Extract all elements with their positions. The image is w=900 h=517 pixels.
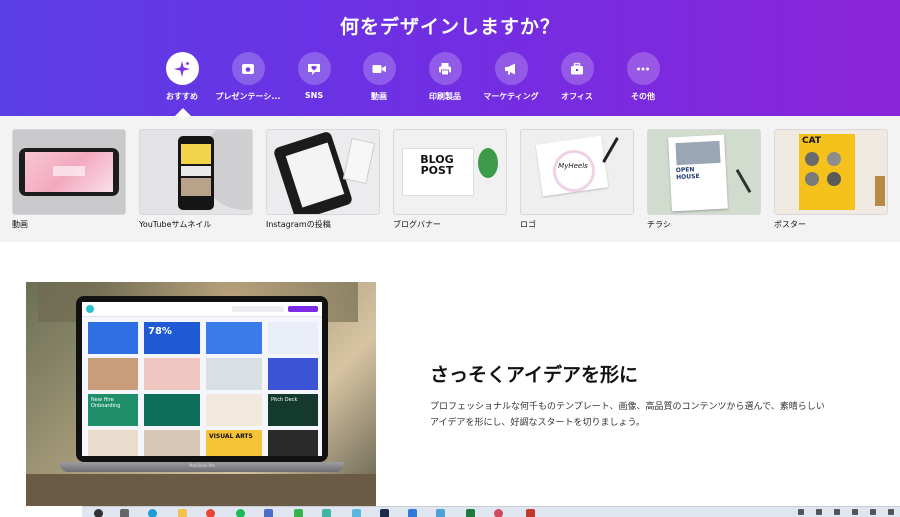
template-thumbnail: BLOG POST [393, 129, 507, 215]
megaphone-icon [494, 52, 528, 85]
template-thumbnail: CAT [774, 129, 888, 215]
template-card-youtube-thumbnail[interactable]: YouTubeサムネイル [139, 129, 253, 230]
template-card-poster[interactable]: CAT ポスター [774, 129, 888, 230]
design-hero-banner: 何をデザインしますか？ おすすめ プレゼンテーシ... SNS 動画 印刷製品 … [0, 0, 900, 116]
category-bar: おすすめ プレゼンテーシ... SNS 動画 印刷製品 マーケティング オフィス… [0, 52, 900, 112]
template-thumbnail: MyHeels [520, 129, 634, 215]
active-category-pointer [175, 108, 191, 116]
template-label: ロゴ [520, 220, 536, 229]
hero-title: 何をデザインしますか？ [339, 16, 560, 38]
template-card-flyer[interactable]: OPEN HOUSE チラシ [647, 129, 761, 230]
presentation-icon [231, 52, 265, 85]
laptop-tile-text: Pitch Deck [268, 394, 318, 426]
tray-icon[interactable] [852, 509, 858, 515]
template-label: チラシ [647, 220, 671, 229]
template-card-logo[interactable]: MyHeels ロゴ [520, 129, 634, 230]
sparkle-icon [165, 52, 199, 85]
template-label: Instagramの投稿 [266, 220, 331, 229]
briefcase-icon [560, 52, 594, 85]
feature-description: プロフェッショナルな何千ものテンプレート、画像、高品質のコンテンツから選んで、素… [430, 402, 825, 428]
category-label: その他 [631, 92, 655, 101]
printer-icon [428, 52, 462, 85]
more-dots-icon [626, 52, 660, 85]
template-thumbnail [139, 129, 253, 215]
feature-title: さっそくアイデアを形に [430, 364, 639, 386]
laptop-tile-text: New Hire Onboarding [88, 394, 138, 426]
laptop-tile-text: VISUAL ARTS [206, 430, 262, 456]
template-card-blog-banner[interactable]: BLOG POST ブログバナー [393, 129, 507, 230]
template-thumbnail [12, 129, 126, 215]
tray-icon[interactable] [870, 509, 876, 515]
template-label: YouTubeサムネイル [139, 220, 212, 229]
feature-laptop-image: 78% New Hire Onboarding Pitch Deck VISUA… [26, 282, 376, 506]
thumb-text: BLOG POST [420, 153, 454, 177]
windows-taskbar [82, 506, 900, 517]
video-camera-icon [362, 52, 396, 85]
tray-icon[interactable] [834, 509, 840, 515]
category-more[interactable]: その他 [601, 52, 685, 102]
tray-icon[interactable] [798, 509, 804, 515]
laptop-brand: MacBook Pro [189, 463, 215, 468]
template-label: ブログバナー [393, 220, 441, 229]
thumb-text: MyHeels [558, 162, 588, 170]
template-card-instagram-post[interactable]: Instagramの投稿 [266, 129, 380, 230]
heart-chat-icon [297, 52, 331, 85]
thumb-text: CAT [802, 136, 822, 146]
template-label: ポスター [774, 220, 806, 229]
template-strip: 動画 YouTubeサムネイル Instagramの投稿 BLOG POST ブ… [0, 116, 900, 242]
template-card-video[interactable]: 動画 [12, 129, 126, 230]
thumb-text: OPEN HOUSE [675, 166, 700, 182]
template-thumbnail [266, 129, 380, 215]
tray-icon[interactable] [888, 509, 894, 515]
tray-icon[interactable] [816, 509, 822, 515]
template-thumbnail: OPEN HOUSE [647, 129, 761, 215]
laptop-stat: 78% [144, 322, 200, 354]
template-label: 動画 [12, 220, 28, 229]
